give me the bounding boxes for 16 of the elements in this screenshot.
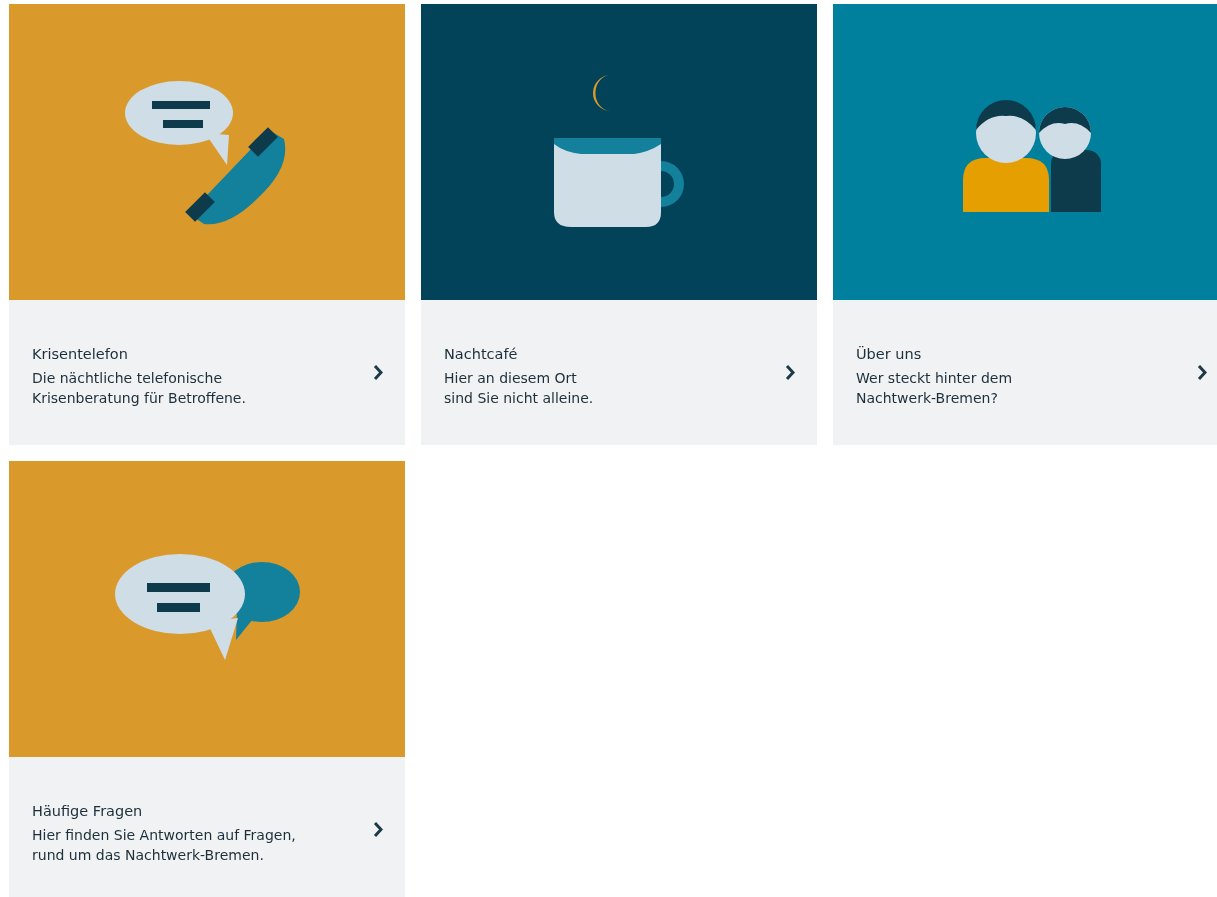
card-description: Hier an diesem Ort sind Sie nicht alleine.	[444, 368, 594, 408]
chevron-right-icon	[373, 821, 383, 838]
card-description: Die nächtliche telefonische Krisenberatung für Betroffene.	[32, 368, 246, 408]
card-title: Über uns	[856, 345, 923, 362]
chevron-right-icon	[373, 364, 383, 381]
card-link[interactable]: Krisentelefon Die nächtliche telefonische Krisenberatung für Betroffene.	[9, 300, 405, 445]
chevron-right-icon	[785, 364, 795, 381]
card-title: Nachtcafé	[444, 345, 519, 362]
card-description: Wer steckt hinter dem Nachtwerk-Bremen?	[856, 368, 1013, 408]
card-title: Krisentelefon	[32, 345, 129, 362]
card-link[interactable]: Häufige Fragen Hier finden Sie Antworten auf Fragen, rund um das Nachtwerk-Bremen.	[9, 757, 405, 897]
card-link[interactable]: Über uns Wer steckt hinter dem Nachtwerk-Bremen?	[833, 300, 1217, 445]
card-link[interactable]: Nachtcafé Hier an diesem Ort sind Sie nicht alleine.	[421, 300, 817, 445]
chevron-right-icon	[1197, 364, 1207, 381]
card-description: Hier finden Sie Antworten auf Fragen, rund um das Nachtwerk-Bremen.	[32, 825, 296, 865]
card-title: Häufige Fragen	[32, 802, 144, 819]
